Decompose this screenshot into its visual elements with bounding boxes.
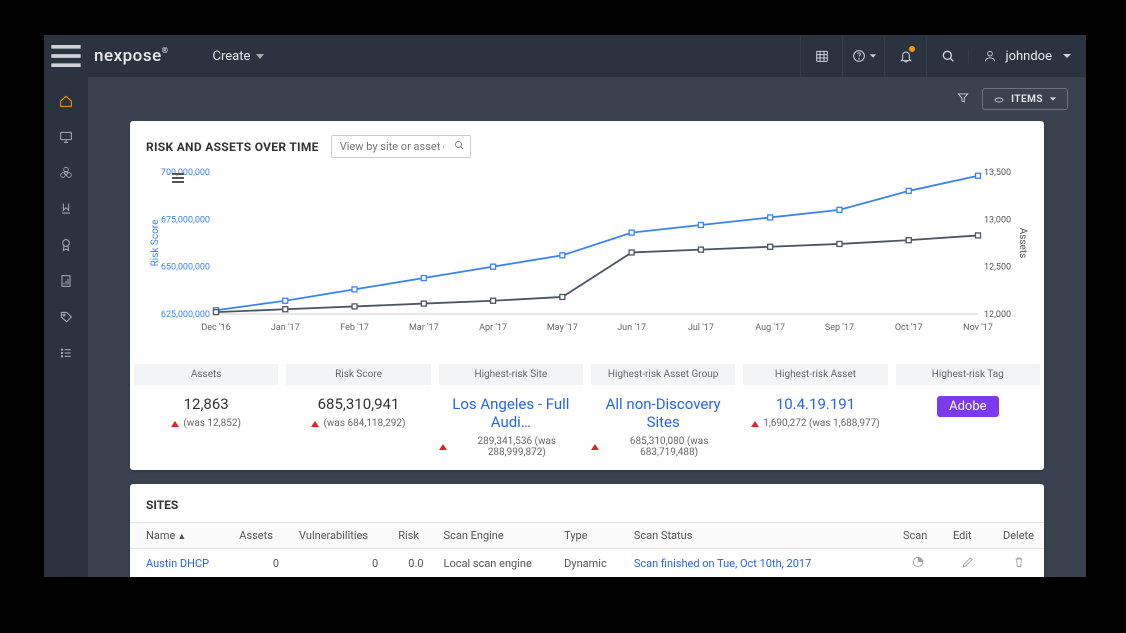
stat-site-link[interactable]: Los Angeles - Full Audi… xyxy=(439,395,583,431)
stat-assets-label: Assets xyxy=(134,364,278,385)
stat-site-label: Highest-risk Site xyxy=(439,364,583,385)
svg-text:Aug '17: Aug '17 xyxy=(755,323,785,333)
username: johndoe xyxy=(1005,49,1052,64)
svg-text:Nov '17: Nov '17 xyxy=(963,323,993,333)
sites-card: SITES Name▲ Assets Vulnerabilities Risk … xyxy=(130,484,1044,577)
filter-icon[interactable] xyxy=(956,90,970,109)
edit-icon[interactable] xyxy=(961,555,975,569)
sidebar-report-icon[interactable] xyxy=(44,263,88,299)
svg-text:Mar '17: Mar '17 xyxy=(409,323,439,333)
col-status[interactable]: Scan Status xyxy=(624,523,893,549)
notification-icon[interactable] xyxy=(884,35,926,77)
help-icon[interactable] xyxy=(842,35,884,77)
sidebar-biohazard-icon[interactable] xyxy=(44,155,88,191)
up-icon xyxy=(171,421,179,427)
sidebar-badge-icon[interactable] xyxy=(44,227,88,263)
cell-vulns: 0 xyxy=(289,549,388,578)
risk-assets-chart: 625,000,000 650,000,000 675,000,000 700,000… xyxy=(146,166,1028,336)
create-button[interactable]: Create xyxy=(194,35,282,77)
risk-card-title: RISK AND ASSETS OVER TIME xyxy=(146,140,319,154)
svg-text:Risk Score: Risk Score xyxy=(150,220,161,267)
col-scan: Scan xyxy=(893,523,943,549)
user-menu[interactable]: johndoe xyxy=(968,49,1086,64)
svg-text:Sep '17: Sep '17 xyxy=(825,323,854,333)
col-engine[interactable]: Scan Engine xyxy=(434,523,555,549)
stat-assets-value: 12,863 xyxy=(134,395,278,413)
sidebar-tag-icon[interactable] xyxy=(44,299,88,335)
up-icon xyxy=(311,421,319,427)
calendar-icon[interactable] xyxy=(800,35,842,77)
logo: nexpose® xyxy=(94,46,168,66)
svg-text:May '17: May '17 xyxy=(547,323,578,333)
sidebar-list-icon[interactable] xyxy=(44,335,88,371)
sidebar xyxy=(44,77,88,577)
col-risk[interactable]: Risk xyxy=(388,523,433,549)
items-dropdown[interactable]: ITEMS xyxy=(982,88,1068,110)
chart-filter-input[interactable] xyxy=(331,135,471,158)
cell-assets: 0 xyxy=(229,549,289,578)
svg-text:13,500: 13,500 xyxy=(984,168,1011,178)
svg-text:Assets: Assets xyxy=(1017,228,1028,259)
col-assets[interactable]: Assets xyxy=(229,523,289,549)
up-icon xyxy=(591,444,599,450)
search-icon[interactable] xyxy=(453,139,465,151)
sidebar-home-icon[interactable] xyxy=(44,83,88,119)
col-delete: Delete xyxy=(993,523,1044,549)
stat-risk-value: 685,310,941 xyxy=(286,395,430,413)
svg-text:Dec '16: Dec '16 xyxy=(201,323,230,333)
svg-text:Jan '17: Jan '17 xyxy=(271,323,300,333)
col-vulns[interactable]: Vulnerabilities xyxy=(289,523,388,549)
svg-text:Apr '17: Apr '17 xyxy=(479,323,507,333)
sidebar-policy-icon[interactable] xyxy=(44,191,88,227)
svg-text:Jun '17: Jun '17 xyxy=(617,323,646,333)
content-toolbar: ITEMS xyxy=(88,77,1086,121)
svg-text:700,000,000: 700,000,000 xyxy=(161,168,210,178)
svg-text:Oct '17: Oct '17 xyxy=(895,323,923,333)
stat-group-link[interactable]: All non-Discovery Sites xyxy=(591,395,735,431)
cell-type: Dynamic xyxy=(554,549,624,578)
notification-badge xyxy=(908,45,916,53)
svg-text:675,000,000: 675,000,000 xyxy=(161,215,210,225)
search-icon[interactable] xyxy=(926,35,968,77)
risk-assets-card: RISK AND ASSETS OVER TIME 625,000,000 650… xyxy=(130,121,1044,470)
svg-text:12,000: 12,000 xyxy=(984,310,1011,320)
cell-risk: 0.0 xyxy=(388,549,433,578)
up-icon xyxy=(751,421,759,427)
svg-text:Jul '17: Jul '17 xyxy=(688,323,714,333)
stat-tag-label: Highest-risk Tag xyxy=(896,364,1040,385)
stats-row: Assets 12,863 (was 12,852) Risk Score 68… xyxy=(130,356,1044,470)
svg-text:625,000,000: 625,000,000 xyxy=(161,310,210,320)
top-bar: nexpose® Create johndoe xyxy=(44,35,1086,77)
col-name[interactable]: Name▲ xyxy=(130,523,229,549)
cell-status-link[interactable]: Scan finished on Tue, Oct 10th, 2017 xyxy=(624,549,893,578)
col-edit: Edit xyxy=(943,523,993,549)
stat-asset-label: Highest-risk Asset xyxy=(743,364,887,385)
scan-icon[interactable] xyxy=(911,555,925,569)
sidebar-monitor-icon[interactable] xyxy=(44,119,88,155)
col-type[interactable]: Type xyxy=(554,523,624,549)
delete-icon[interactable] xyxy=(1012,555,1026,569)
sites-title: SITES xyxy=(130,484,1044,522)
table-row: Austin DHCP000.0Local scan engineDynamic… xyxy=(130,549,1044,578)
svg-text:12,500: 12,500 xyxy=(984,263,1011,273)
svg-text:650,000,000: 650,000,000 xyxy=(161,263,210,273)
sites-table: Name▲ Assets Vulnerabilities Risk Scan E… xyxy=(130,522,1044,577)
site-name-link[interactable]: Austin DHCP xyxy=(130,549,229,578)
up-icon xyxy=(439,444,447,450)
stat-asset-link[interactable]: 10.4.19.191 xyxy=(743,395,887,413)
stat-risk-label: Risk Score xyxy=(286,364,430,385)
cell-engine: Local scan engine xyxy=(434,549,555,578)
stat-group-label: Highest-risk Asset Group xyxy=(591,364,735,385)
menu-button[interactable] xyxy=(44,35,88,77)
svg-text:13,000: 13,000 xyxy=(984,215,1011,225)
svg-text:Feb '17: Feb '17 xyxy=(340,323,369,333)
stat-tag-pill[interactable]: Adobe xyxy=(937,396,998,417)
